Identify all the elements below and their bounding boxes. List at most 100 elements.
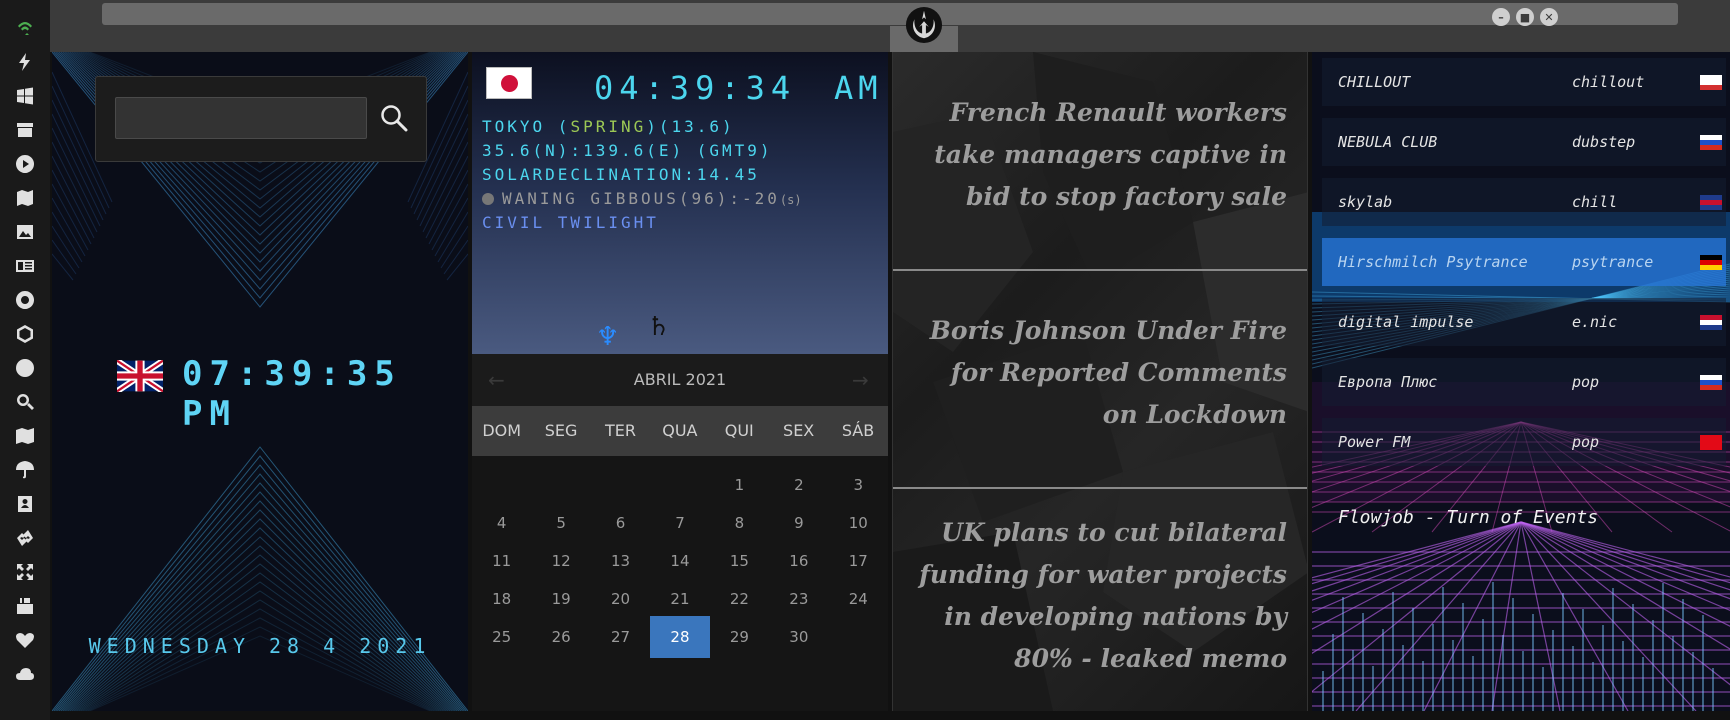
contacts-icon[interactable]	[13, 492, 37, 516]
title-drag-area[interactable]	[102, 3, 1678, 25]
twilight-status: CIVIL TWILIGHT	[482, 213, 659, 232]
tokyo-coordinates: 35.6(N):139.6(E) (GMT9)	[482, 141, 773, 160]
news-headline[interactable]: Boris Johnson Under Fire for Reported Co…	[917, 310, 1287, 436]
calendar-day[interactable]: 16	[769, 540, 828, 582]
city-label: TOKYO (	[482, 117, 571, 136]
calendar-day[interactable]: 25	[472, 616, 531, 658]
calendar-day[interactable]: 8	[710, 502, 769, 544]
calendar-day[interactable]: 30	[769, 616, 828, 658]
calendar-day[interactable]: 27	[591, 616, 650, 658]
calendar-day[interactable]: 17	[829, 540, 888, 582]
calendar-day[interactable]: 24	[829, 578, 888, 620]
country-flag-icon	[1700, 315, 1722, 330]
maximize-button[interactable]: ■	[1516, 8, 1534, 26]
radio-station-item[interactable]: Hirschmilch Psytrance psytrance	[1322, 238, 1726, 286]
umbrella-icon[interactable]	[13, 458, 37, 482]
heart-icon[interactable]	[13, 628, 37, 652]
radio-station-item[interactable]: digital impulse e.nic	[1322, 298, 1726, 346]
season-label: SPRING	[570, 117, 647, 136]
radio-station-item[interactable]: CHILLOUT chillout	[1322, 58, 1726, 106]
moon-phase: WANING GIBBOUS(96):-20(s)	[482, 189, 802, 208]
image-icon[interactable]	[13, 220, 37, 244]
calendar-day[interactable]: 10	[829, 502, 888, 544]
calendar-day[interactable]: 13	[591, 540, 650, 582]
map-icon[interactable]	[13, 424, 37, 448]
radio-station-item[interactable]: NEBULA CLUB dubstep	[1322, 118, 1726, 166]
radio-panel: CHILLOUT chillout NEBULA CLUB dubstep skylab…	[1312, 52, 1730, 711]
hexagon-icon[interactable]	[13, 322, 37, 346]
calendar-day[interactable]: 7	[650, 502, 709, 544]
country-flag-icon	[1700, 135, 1722, 150]
news-divider	[893, 487, 1307, 489]
calendar-day[interactable]: 12	[531, 540, 590, 582]
weekday-header: SEX	[783, 421, 815, 440]
calendar-day[interactable]: 4	[472, 502, 531, 544]
aperture-icon[interactable]	[13, 288, 37, 312]
search-input[interactable]	[115, 97, 367, 139]
radio-station-item[interactable]: skylab chill	[1322, 178, 1726, 226]
tokyo-season-line: TOKYO (SPRING)(13.6)	[482, 117, 735, 136]
news-panel: French Renault workers take managers cap…	[892, 52, 1308, 711]
station-genre: chill	[1572, 193, 1618, 211]
weekday-header: SEG	[544, 421, 578, 440]
country-flag-icon	[1700, 435, 1722, 450]
wifi-icon[interactable]	[13, 16, 37, 40]
weekday-header: DOM	[482, 421, 522, 440]
lightning-icon[interactable]	[13, 50, 37, 74]
radio-station-item[interactable]: Европа Плюс pop	[1322, 358, 1726, 406]
archive-icon[interactable]	[13, 118, 37, 142]
now-playing: Flowjob - Turn of Events	[1338, 507, 1599, 528]
link-icon[interactable]	[13, 526, 37, 550]
tokyo-time: 04:39:34	[594, 69, 797, 107]
temperature-label: )(13.6)	[646, 117, 735, 136]
map-book-icon[interactable]	[13, 186, 37, 210]
youtube-icon[interactable]	[13, 594, 37, 618]
calendar-day[interactable]: 21	[650, 578, 709, 620]
station-name: CHILLOUT	[1338, 73, 1411, 91]
station-name: digital impulse	[1338, 313, 1474, 331]
radio-station-item[interactable]: Power FM pop	[1322, 418, 1726, 466]
windows-icon[interactable]	[13, 84, 37, 108]
solar-declination: SOLARDECLINATION:14.45	[482, 165, 760, 184]
country-flag-icon	[1700, 195, 1722, 210]
news-divider	[893, 269, 1307, 271]
expand-icon[interactable]	[13, 560, 37, 584]
play-icon[interactable]	[13, 152, 37, 176]
calendar-day[interactable]: 3	[829, 464, 888, 506]
calendar-day-today[interactable]: 28	[650, 616, 710, 658]
weekday-header: QUA	[662, 421, 698, 440]
calendar-day[interactable]: 23	[769, 578, 828, 620]
clock-panel: 07:39:35 PM WEDNESDAY 28 4 2021	[52, 52, 468, 711]
weekday-header: QUI	[724, 421, 754, 440]
date-display: WEDNESDAY 28 4 2021	[88, 634, 432, 658]
station-genre: pop	[1572, 373, 1600, 391]
calendar-day[interactable]: 6	[591, 502, 650, 544]
calendar-day[interactable]: 20	[591, 578, 650, 620]
station-genre: pop	[1572, 433, 1600, 451]
calendar-day[interactable]: 26	[531, 616, 590, 658]
close-button[interactable]: ✕	[1540, 8, 1558, 26]
cloud-icon[interactable]	[13, 662, 37, 686]
calendar-day[interactable]: 14	[650, 540, 709, 582]
news-icon[interactable]	[13, 254, 37, 278]
search-icon[interactable]	[13, 390, 37, 414]
station-name: Hirschmilch Psytrance	[1338, 253, 1528, 271]
news-headline[interactable]: French Renault workers take managers cap…	[917, 92, 1287, 218]
calendar-day[interactable]: 9	[769, 502, 828, 544]
calendar-day[interactable]: 2	[769, 464, 828, 506]
news-headline[interactable]: UK plans to cut bilateral funding for wa…	[917, 512, 1287, 680]
calendar-day[interactable]: 19	[531, 578, 590, 620]
calendar-day[interactable]: 29	[710, 616, 769, 658]
calendar-day[interactable]: 11	[472, 540, 531, 582]
calendar-day[interactable]: 22	[710, 578, 769, 620]
calendar-day[interactable]: 15	[710, 540, 769, 582]
weekday-header: SÁB	[841, 421, 875, 440]
minimize-button[interactable]: –	[1492, 8, 1510, 26]
next-month-arrow-icon[interactable]: →	[852, 368, 869, 392]
station-genre: psytrance	[1572, 253, 1654, 271]
globe-icon[interactable]	[13, 356, 37, 380]
search-icon[interactable]	[379, 103, 409, 133]
calendar-day[interactable]: 1	[710, 464, 769, 506]
calendar-day[interactable]: 5	[531, 502, 590, 544]
calendar-day[interactable]: 18	[472, 578, 531, 620]
